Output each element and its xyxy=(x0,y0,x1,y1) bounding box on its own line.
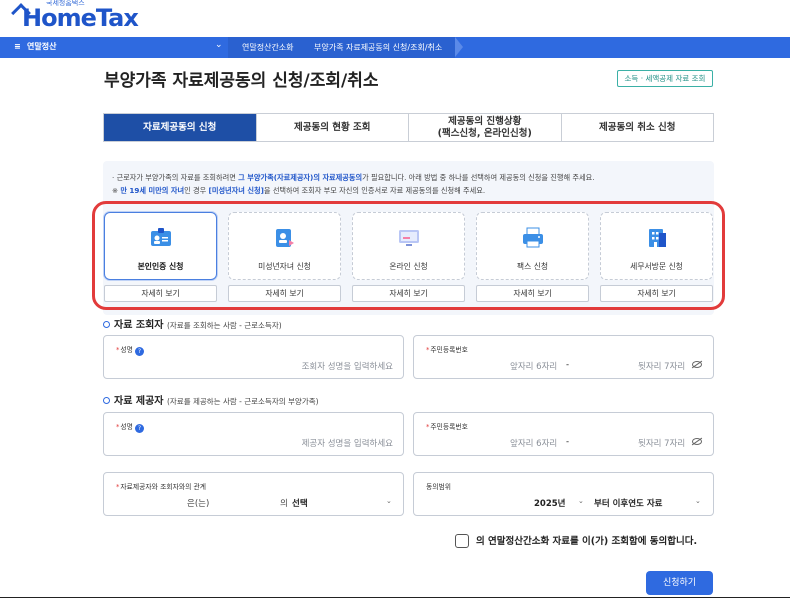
rrn-dash: - xyxy=(566,360,570,370)
breadcrumb-label: 연말정산간소화 xyxy=(242,43,294,52)
scope-range-select[interactable]: 부터 이후연도 자료 xyxy=(594,497,662,509)
field-label: *자료제공자와 조회자와의 관계 xyxy=(116,483,207,491)
breadcrumb-item-1[interactable]: 연말정산간소화 xyxy=(228,37,300,58)
relation-field[interactable]: *자료제공자와 조회자와의 관계 은(는) 의 선택 ⌄ xyxy=(103,472,404,516)
chevron-down-icon[interactable]: ⌄ xyxy=(695,497,701,505)
relation-mid: 의 xyxy=(280,499,288,509)
submit-button[interactable]: 신청하기 xyxy=(646,571,713,595)
field-label: *주민등록번호 xyxy=(426,346,468,354)
scope-year-select[interactable]: 2025년 xyxy=(534,497,565,509)
provider-name-field[interactable]: *성명? 제공자 성명을 입력하세요 xyxy=(103,412,404,456)
tab-bar: 자료제공동의 신청 제공동의 현황 조회 제공동의 진행상황 (팩스신청, 온라… xyxy=(103,113,714,142)
field-label: *성명? xyxy=(116,421,144,433)
relation-select[interactable]: 선택 xyxy=(292,497,308,509)
provider-name-input[interactable]: 제공자 성명을 입력하세요 xyxy=(302,437,393,449)
menu-label: 연말정산 xyxy=(27,42,57,51)
chevron-down-icon[interactable]: ⌄ xyxy=(215,40,223,50)
help-icon[interactable]: ? xyxy=(134,347,144,356)
field-label: *주민등록번호 xyxy=(426,423,468,431)
provider-rrn-back-input[interactable]: 뒷자리 7자리 xyxy=(638,437,685,449)
chevron-down-icon[interactable]: ⌄ xyxy=(578,497,584,505)
hamburger-icon: ≡ xyxy=(14,42,21,51)
viewer-rrn-field[interactable]: *주민등록번호 앞자리 6자리 - 뒷자리 7자리 xyxy=(413,335,714,379)
viewer-rrn-front-input[interactable]: 앞자리 6자리 xyxy=(510,360,557,372)
logo-name: HomeTax xyxy=(22,4,139,32)
viewer-name-field[interactable]: *성명? 조회자 성명을 입력하세요 xyxy=(103,335,404,379)
tab-consent-status[interactable]: 제공동의 현황 조회 xyxy=(255,114,409,141)
income-deduction-lookup-button[interactable]: 소득 · 세액공제 자료 조회 xyxy=(617,70,713,87)
top-navigation-bar: ≡ 연말정산 ⌄ 연말정산간소화 부양가족 자료제공동의 신청/조회/취소 xyxy=(0,37,790,58)
tab-consent-cancel[interactable]: 제공동의 취소 신청 xyxy=(560,114,714,141)
breadcrumb-label: 부양가족 자료제공동의 신청/조회/취소 xyxy=(314,43,443,52)
agree-checkbox[interactable] xyxy=(455,534,469,548)
relation-prefix: 은(는) xyxy=(187,499,210,509)
eye-off-icon[interactable] xyxy=(692,438,702,445)
viewer-rrn-back-input[interactable]: 뒷자리 7자리 xyxy=(638,360,685,372)
provider-section-title: 자료 제공자 (자료를 제공하는 사람 - 근로소득자의 부양가족) xyxy=(103,392,319,407)
viewer-name-input[interactable]: 조회자 성명을 입력하세요 xyxy=(302,360,393,372)
help-icon[interactable]: ? xyxy=(134,424,144,433)
chevron-down-icon[interactable]: ⌄ xyxy=(386,497,392,505)
tab-label: 제공동의 진행상황 (팩스신청, 온라인신청) xyxy=(437,115,532,139)
provider-rrn-field[interactable]: *주민등록번호 앞자리 6자리 - 뒷자리 7자리 xyxy=(413,412,714,456)
rrn-dash: - xyxy=(566,437,570,447)
highlight-annotation xyxy=(92,201,725,310)
viewer-section-title: 자료 조회자 (자료를 조회하는 사람 - 근로소득자) xyxy=(103,316,282,331)
eye-off-icon[interactable] xyxy=(692,361,702,368)
menu-toggle[interactable]: ≡ 연말정산 xyxy=(14,41,56,52)
scope-field[interactable]: 동의범위 2025년 ⌄ 부터 이후연도 자료 ⌄ xyxy=(413,472,714,516)
tab-consent-request[interactable]: 자료제공동의 신청 xyxy=(104,114,256,141)
breadcrumb-item-2[interactable]: 부양가족 자료제공동의 신청/조회/취소 xyxy=(300,37,455,58)
circle-bullet-icon xyxy=(103,397,110,404)
notice-line-2: ※ 만 19세 미만의 자녀인 경우 [미성년자녀 신청]을 선택하여 조회자 … xyxy=(112,186,486,195)
bottom-divider xyxy=(0,597,790,598)
field-label: *성명? xyxy=(116,344,144,356)
notice-line-1: · 근로자가 부양가족의 자료를 조회하려면 그 부양가족(자료제공자)의 자료… xyxy=(112,173,595,182)
field-label: 동의범위 xyxy=(426,483,452,491)
agree-label: 의 연말정산간소화 자료를 이(가) 조회함에 동의합니다. xyxy=(476,536,698,547)
provider-rrn-front-input[interactable]: 앞자리 6자리 xyxy=(510,437,557,449)
breadcrumb-separator xyxy=(455,37,463,57)
circle-bullet-icon xyxy=(103,321,110,328)
page-title: 부양가족 자료제공동의 신청/조회/취소 xyxy=(104,71,379,91)
tab-consent-progress[interactable]: 제공동의 진행상황 (팩스신청, 온라인신청) xyxy=(408,114,561,141)
